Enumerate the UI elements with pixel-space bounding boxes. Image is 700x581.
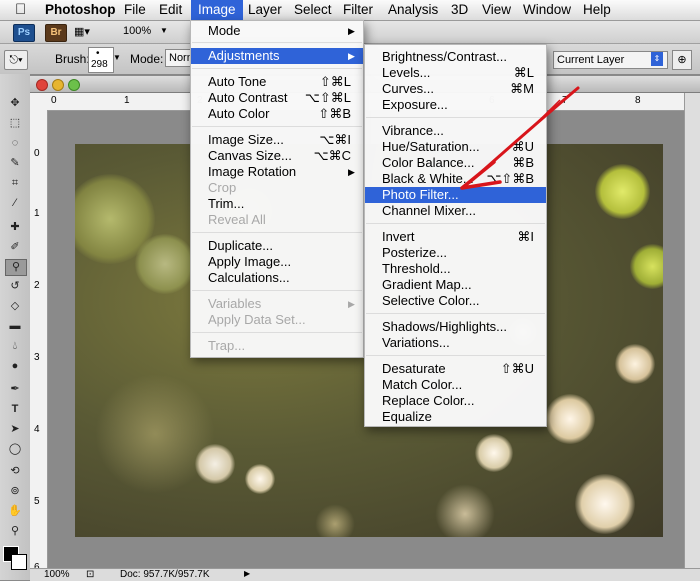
annotation-arrow-head xyxy=(460,160,502,190)
annotation-arrow xyxy=(460,86,580,190)
